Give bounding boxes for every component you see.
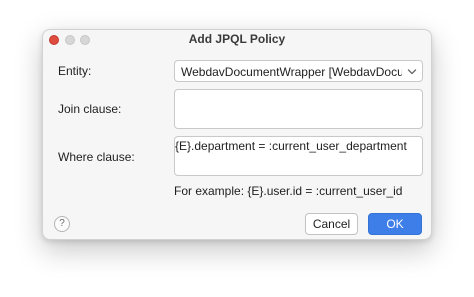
- where-clause-value: {E}.department = :current_user_departmen…: [175, 139, 407, 153]
- join-clause-input[interactable]: [174, 89, 423, 129]
- chevron-down-icon: [407, 69, 417, 75]
- ok-button[interactable]: OK: [368, 213, 422, 235]
- where-clause-example: For example: {E}.user.id = :current_user…: [174, 184, 403, 198]
- help-button[interactable]: ?: [54, 216, 70, 232]
- entity-label: Entity:: [58, 64, 92, 78]
- entity-select-value: WebdavDocumentWrapper [WebdavDocumentWra…: [181, 65, 402, 79]
- dialog-title: Add JPQL Policy: [188, 32, 286, 46]
- add-jpql-policy-dialog: Add JPQL Policy Entity: WebdavDocumentWr…: [42, 29, 432, 240]
- where-clause-label: Where clause:: [58, 150, 135, 164]
- entity-select[interactable]: WebdavDocumentWrapper [WebdavDocumentWra…: [174, 60, 423, 82]
- title-bar: Add JPQL Policy: [43, 30, 431, 50]
- where-clause-input[interactable]: {E}.department = :current_user_departmen…: [174, 136, 423, 176]
- cancel-button[interactable]: Cancel: [305, 213, 358, 235]
- join-clause-label: Join clause:: [58, 102, 122, 116]
- help-icon: ?: [59, 218, 65, 229]
